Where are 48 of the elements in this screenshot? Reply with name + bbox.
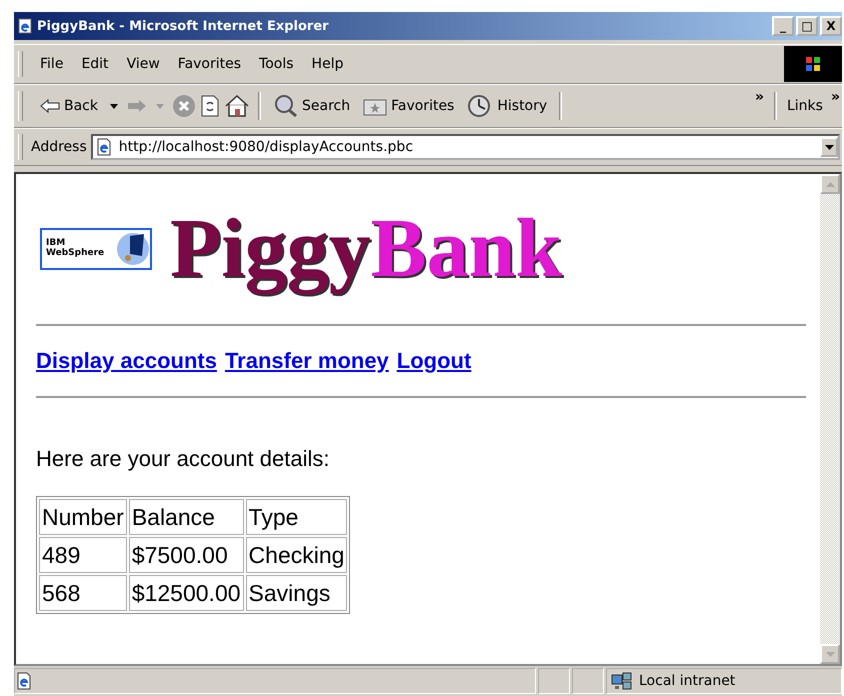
links-button[interactable]: Links [784,98,825,114]
up-arrow-icon [826,182,834,186]
menu-item[interactable]: Edit [72,56,118,72]
search-button[interactable]: Search [269,94,354,118]
address-field[interactable]: http://localhost:9080/displayAccounts.pbc [90,134,840,160]
table-cell: $12500.00 [128,575,244,611]
back-arrow-icon [39,98,61,114]
history-button[interactable]: History [462,94,552,118]
column-header: Number [39,499,127,535]
nav-link[interactable]: Transfer money [224,348,389,374]
maximize-button[interactable]: □ [796,16,818,36]
column-header: Balance [128,499,244,535]
down-arrow-icon [826,652,834,656]
table-cell: $7500.00 [128,537,244,573]
menu-item[interactable]: Tools [250,56,303,72]
menu-item[interactable]: File [31,56,72,72]
page-icon [94,138,113,156]
menu-item[interactable]: Help [302,56,352,72]
table-cell: 489 [39,537,127,573]
minimize-button[interactable]: _ [772,16,794,36]
close-button[interactable]: X [820,16,842,36]
search-icon [273,94,299,118]
nav-link[interactable]: Logout [396,348,472,374]
browser-icon [17,18,33,34]
ibm-websphere-badge: IBM WebSphere [40,228,152,270]
table-cell: 568 [39,575,127,611]
page-icon [15,672,33,690]
menu-item[interactable]: View [118,56,169,72]
piggybank-logo: PiggyBank [169,201,564,298]
table-cell: Checking [246,537,348,573]
home-icon[interactable] [224,94,250,118]
favorites-button[interactable]: Favorites [358,95,458,117]
intro-text: Here are your account details: [36,446,330,472]
nav-link[interactable]: Display accounts [36,348,217,374]
more-button[interactable]: » [828,89,842,105]
zone-label: Local intranet [639,673,736,689]
windows-logo-icon [784,46,842,82]
caret-icon [824,144,834,150]
window-title: PiggyBank - Microsoft Internet Explorer [37,18,330,34]
network-icon [611,671,633,691]
dropdown-button[interactable] [820,137,838,157]
table-cell: Savings [246,575,348,611]
menu-item[interactable]: Favorites [168,56,250,72]
column-header: Type [246,499,348,535]
back-button[interactable]: Back [35,98,102,114]
refresh-icon[interactable] [200,94,220,118]
more-button[interactable]: » [752,89,766,105]
address-label: Address [31,139,87,155]
